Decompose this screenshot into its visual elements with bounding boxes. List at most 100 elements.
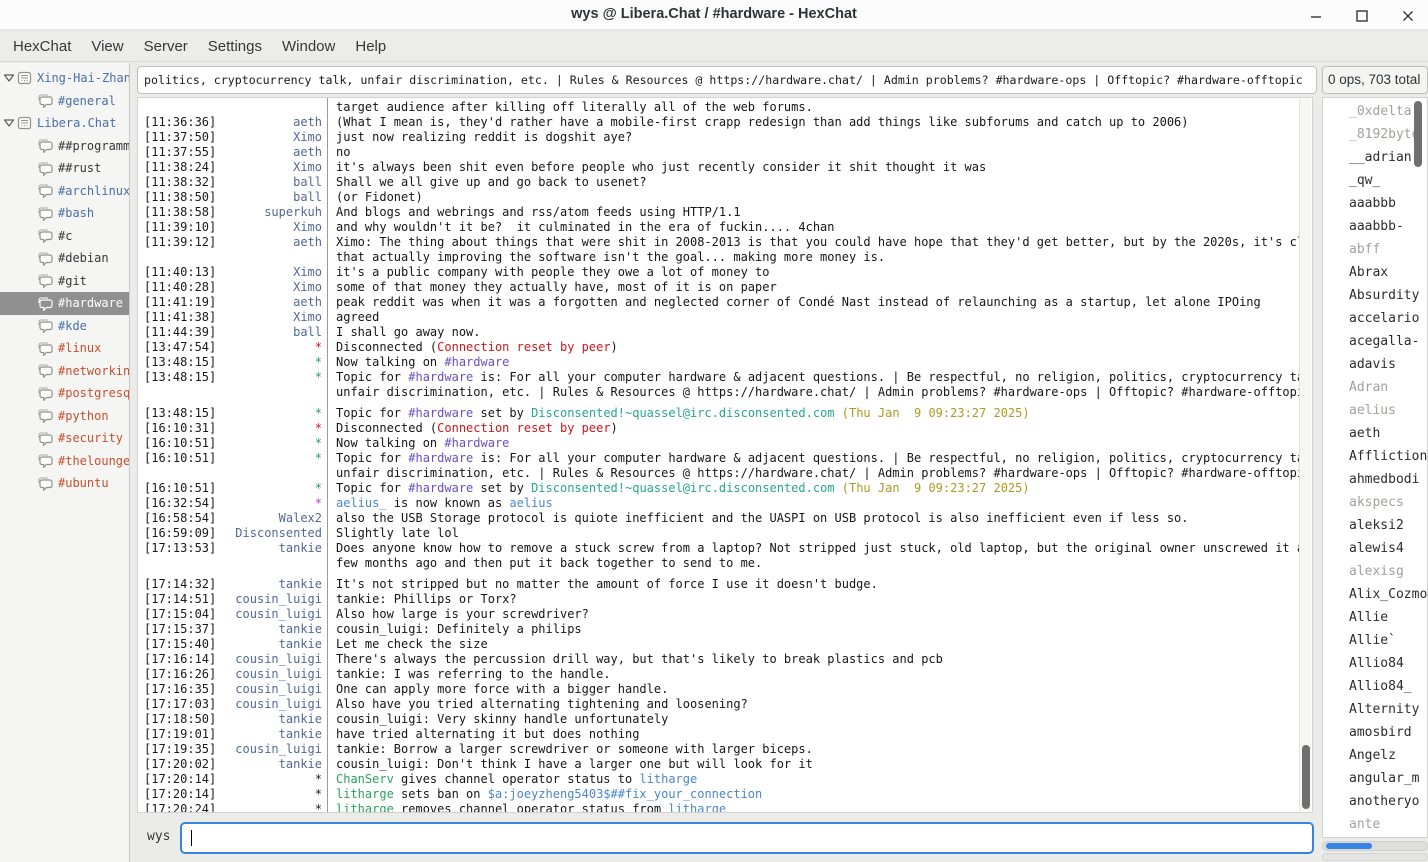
chat-message: it's always been shit even before people…: [322, 160, 986, 175]
tree-item--general[interactable]: #general: [0, 90, 129, 113]
menu-item-view[interactable]: View: [81, 34, 133, 59]
tree-item-libera-chat[interactable]: Libera.Chat: [0, 112, 129, 135]
tree-item--ubuntu[interactable]: #ubuntu: [0, 472, 129, 495]
tree-item--python[interactable]: #python: [0, 405, 129, 428]
tree-item--debian[interactable]: #debian: [0, 247, 129, 270]
tree-item--linux[interactable]: #linux: [0, 337, 129, 360]
chat-line: [17:15:40]tankieLet me check the size: [144, 637, 1312, 652]
tree-item-label: #postgresql: [58, 386, 129, 400]
tree-item-label: #python: [58, 409, 109, 423]
menu-item-server[interactable]: Server: [134, 34, 198, 59]
title-bar[interactable]: wys @ Libera.Chat / #hardware - HexChat: [0, 0, 1428, 30]
network-icon-wrap: [17, 71, 32, 85]
chat-timestamp: [16:10:31]: [144, 421, 218, 436]
tree-item--bash[interactable]: #bash: [0, 202, 129, 225]
expander[interactable]: [3, 118, 17, 128]
chat-timestamp: [144, 556, 218, 571]
tree-item--security[interactable]: #security: [0, 427, 129, 450]
chat-nick: aeth: [218, 115, 322, 130]
channel-icon: [36, 453, 54, 468]
chat-message-segment: litharge: [639, 772, 697, 786]
chat-nick: cousin_luigi: [218, 697, 322, 712]
channel-icon-wrap: [36, 206, 54, 221]
chat-message-segment: agreed: [336, 310, 379, 324]
close-icon: [1400, 8, 1416, 24]
chat-nick: *: [218, 451, 322, 466]
maximize-button[interactable]: [1354, 8, 1370, 24]
tree-item--networking[interactable]: #networking: [0, 360, 129, 383]
chat-message: target audience after killing off litera…: [322, 100, 813, 115]
chat-line: [17:20:24]*litharge removes channel oper…: [144, 802, 1312, 813]
channel-icon: [36, 251, 54, 266]
chat-timestamp: [13:48:15]: [144, 370, 218, 385]
chat-timestamp: [11:40:13]: [144, 265, 218, 280]
chat-message-segment: Let me check the size: [336, 637, 488, 651]
chat-timestamp: [13:47:54]: [144, 340, 218, 355]
tree-item-xing-hai-zhan[interactable]: Xing-Hai-Zhan: [0, 67, 129, 90]
chat-message: tankie: Borrow a larger screwdriver or s…: [322, 742, 813, 757]
message-input[interactable]: [180, 822, 1314, 854]
chat-message: (or Fidonet): [322, 190, 423, 205]
tree-item--hardware[interactable]: #hardware: [0, 292, 129, 315]
chat-nick: ball: [218, 175, 322, 190]
tree-item-label: #bash: [58, 206, 94, 220]
chat-message-segment: aelius: [509, 496, 552, 510]
chat-message: Topic for #hardware set by Disconsented!…: [322, 481, 1030, 496]
chat-timestamp: [17:20:02]: [144, 757, 218, 772]
chat-line: unfair discrimination, etc. | Rules & Re…: [144, 385, 1312, 400]
tree-item-label: #ubuntu: [58, 476, 109, 490]
window-title: wys @ Libera.Chat / #hardware - HexChat: [0, 6, 1428, 22]
chat-message-segment: cousin_luigi: Don't think I have a large…: [336, 757, 813, 771]
chat-message-segment: Shall we all give up and go back to usen…: [336, 175, 647, 189]
channel-icon: [36, 408, 54, 423]
bottom-scrollbar-track[interactable]: [1322, 853, 1428, 861]
chat-message-segment: [835, 406, 842, 420]
tree-item--thelounge[interactable]: #thelounge: [0, 450, 129, 473]
tree-item--programming[interactable]: ##programming: [0, 135, 129, 158]
chat-scrollbar[interactable]: [1299, 99, 1311, 811]
chat-line: [17:19:35]cousin_luigitankie: Borrow a l…: [144, 742, 1312, 757]
chat-nick: *: [218, 481, 322, 496]
user-list-hscrollbar[interactable]: [1322, 841, 1428, 851]
channel-icon-wrap: [36, 138, 54, 153]
chat-timestamp: [17:15:40]: [144, 637, 218, 652]
user-list-hscrollbar-thumb[interactable]: [1326, 843, 1372, 849]
chat-message-segment: (What I mean is, they'd rather have a mo…: [336, 115, 1189, 129]
chat-nick: aeth: [218, 145, 322, 160]
chat-timestamp: [17:20:14]: [144, 787, 218, 802]
chat-nick: cousin_luigi: [218, 652, 322, 667]
chat-message-segment: set by: [473, 481, 531, 495]
user-list-scrollbar[interactable]: [1412, 99, 1424, 836]
tree-item--postgresql[interactable]: #postgresql: [0, 382, 129, 405]
chat-nick: [218, 466, 322, 481]
expander-icon[interactable]: [3, 118, 15, 128]
tree-item--kde[interactable]: #kde: [0, 315, 129, 338]
chat-area[interactable]: target audience after killing off litera…: [137, 97, 1313, 813]
expander[interactable]: [3, 73, 17, 83]
chat-message: Ximo: The thing about things that were s…: [322, 235, 1313, 250]
menu-item-window[interactable]: Window: [272, 34, 345, 59]
chat-message-segment: that actually improving the software isn…: [336, 250, 885, 264]
close-button[interactable]: [1400, 8, 1416, 24]
chat-timestamp: [17:14:32]: [144, 577, 218, 592]
chat-line: [16:59:09]DisconsentedSlightly late lol: [144, 526, 1312, 541]
tree-item--c[interactable]: #c: [0, 225, 129, 248]
menu-item-hexchat[interactable]: HexChat: [3, 34, 81, 59]
menu-item-help[interactable]: Help: [345, 34, 396, 59]
menu-item-settings[interactable]: Settings: [198, 34, 272, 59]
chat-line: [17:13:53]tankieDoes anyone know how to …: [144, 541, 1312, 556]
chat-scrollbar-thumb[interactable]: [1302, 745, 1310, 809]
tree-item-label: #kde: [58, 319, 87, 333]
tree-item--git[interactable]: #git: [0, 270, 129, 293]
channel-icon-wrap: [36, 476, 54, 491]
topic-input[interactable]: [137, 66, 1317, 94]
tree-item--rust[interactable]: ##rust: [0, 157, 129, 180]
chat-message-segment: removes channel operator status from: [394, 802, 669, 813]
expander-icon[interactable]: [3, 73, 15, 83]
chat-message-segment: #hardware: [444, 355, 509, 369]
minimize-button[interactable]: [1308, 8, 1324, 24]
chat-message: also the USB Storage protocol is quiote …: [322, 511, 1189, 526]
chat-message-segment: #hardware: [444, 436, 509, 450]
tree-item--archlinux[interactable]: #archlinux: [0, 180, 129, 203]
user-list-scrollbar-thumb[interactable]: [1414, 101, 1422, 167]
